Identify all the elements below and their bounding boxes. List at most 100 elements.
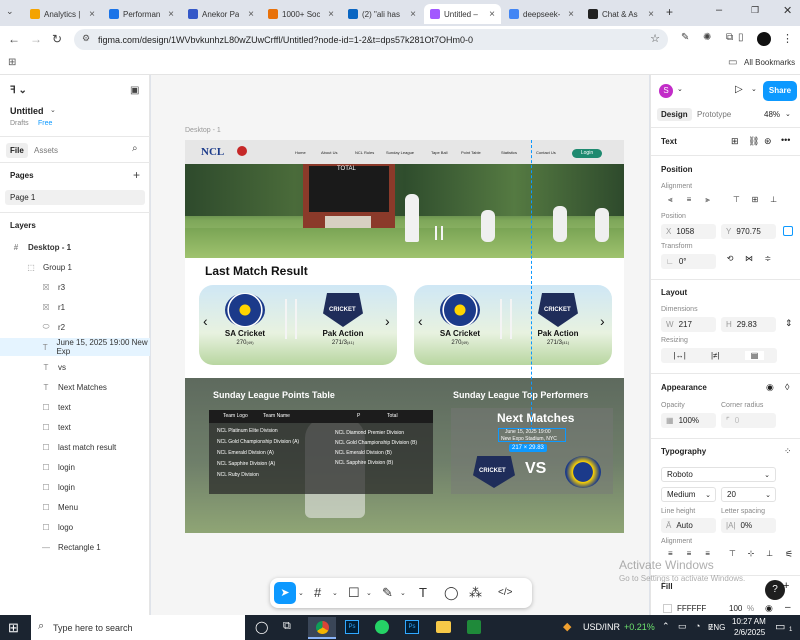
extension-pen-icon[interactable]: ✎ bbox=[681, 32, 689, 43]
hero-image[interactable]: TOTAL bbox=[185, 164, 624, 258]
sidebar-collapse-icon[interactable]: ▣ bbox=[130, 85, 139, 96]
tab-close-icon[interactable]: × bbox=[489, 9, 495, 20]
sidebar-toggle-icon[interactable]: ▯ bbox=[738, 32, 744, 43]
text-tool-icon[interactable]: T bbox=[419, 585, 427, 600]
close-window-icon[interactable]: ✕ bbox=[783, 4, 792, 17]
tab-close-icon[interactable]: × bbox=[89, 9, 95, 20]
language-indicator[interactable]: ENG bbox=[708, 623, 725, 632]
opacity-input[interactable]: ▦ 100% bbox=[661, 413, 716, 428]
browser-tab-2[interactable]: Performan × bbox=[103, 4, 180, 24]
dev-mode-icon[interactable]: </> bbox=[498, 587, 512, 598]
whatsapp-app-icon[interactable] bbox=[375, 620, 389, 634]
frame-tool-icon[interactable]: # bbox=[314, 585, 321, 600]
site-nav-item[interactable]: Statistics bbox=[501, 150, 517, 155]
vertical-align-controls[interactable]: ⊤ ⊹ ⊥ bbox=[723, 549, 779, 563]
table-row[interactable]: NCL Emerald Division (B) bbox=[335, 450, 392, 456]
carousel-next-icon[interactable]: › bbox=[385, 313, 390, 329]
taskbar-search-input[interactable]: ⌕ Type here to search bbox=[31, 615, 245, 640]
chevron-down-icon[interactable]: ⌄ bbox=[400, 589, 406, 597]
back-icon[interactable]: ← bbox=[8, 32, 20, 46]
clock-date[interactable]: 2/6/2025 bbox=[734, 628, 765, 637]
share-button[interactable]: Share bbox=[763, 81, 797, 101]
layer-item[interactable]: T June 15, 2025 19:00 New Exp bbox=[0, 338, 150, 356]
match-result-card[interactable]: CRICKET SA Cricket 270(49) Pak Action 271/3(… bbox=[199, 285, 397, 365]
points-table[interactable]: Team Logo Team Name P Total NCL Platinum Eli… bbox=[209, 410, 433, 494]
team-1-score[interactable]: 270(49) bbox=[215, 340, 275, 346]
layer-item[interactable]: # Desktop - 1 bbox=[0, 238, 150, 256]
site-info-icon[interactable]: ⚙ bbox=[82, 33, 90, 44]
width-input[interactable]: W 217 bbox=[661, 317, 716, 332]
photoshop-app-icon[interactable]: Ps bbox=[345, 620, 359, 634]
chrome-app-icon[interactable] bbox=[308, 617, 336, 639]
browser-tab-1[interactable]: Analytics | × bbox=[24, 4, 101, 24]
flip-controls[interactable]: ⟲ ⋈ ≑ bbox=[721, 254, 777, 269]
style-icon[interactable]: ⊛ bbox=[764, 136, 772, 147]
points-title[interactable]: Sunday League Points Table bbox=[213, 390, 335, 400]
align-vertical-controls[interactable]: ⊤ ⊞ ⊥ bbox=[727, 195, 783, 209]
text-styles-icon[interactable]: ⁘ bbox=[784, 446, 792, 457]
site-nav-item[interactable]: Tape Ball bbox=[431, 150, 447, 155]
site-nav-item[interactable]: About Us bbox=[321, 150, 337, 155]
visibility-eye-icon[interactable]: ◉ bbox=[766, 382, 774, 393]
chevron-down-icon[interactable]: ⌄ bbox=[677, 85, 683, 93]
add-fill-icon[interactable]: + bbox=[783, 580, 789, 592]
reload-icon[interactable]: ↻ bbox=[52, 32, 62, 46]
browser-tab-7[interactable]: deepseek- × bbox=[503, 4, 580, 24]
team-1-name[interactable]: SA Cricket bbox=[215, 329, 275, 338]
help-button[interactable]: ? bbox=[765, 580, 785, 600]
fill-opacity[interactable]: 100 bbox=[729, 604, 742, 613]
move-tool-button[interactable]: ➤ bbox=[274, 582, 296, 604]
rectangle-tool-icon[interactable]: ☐ bbox=[348, 585, 360, 601]
type-settings-icon[interactable]: ⚟ bbox=[785, 549, 793, 560]
maximize-icon[interactable]: ❐ bbox=[751, 5, 759, 16]
table-row[interactable]: NCL Sapphire Division (B) bbox=[335, 460, 393, 466]
clock-time[interactable]: 10:27 AM bbox=[732, 617, 766, 626]
layer-item[interactable]: ☐ logo bbox=[0, 518, 150, 536]
table-row[interactable]: NCL Ruby Division bbox=[217, 472, 259, 478]
x-input[interactable]: X 1058 bbox=[661, 224, 716, 239]
layer-item[interactable]: ☒ r3 bbox=[0, 278, 150, 296]
extensions-puzzle-icon[interactable]: ⧉ bbox=[726, 32, 733, 43]
layer-item[interactable]: ⬭ r2 bbox=[0, 318, 150, 336]
next-match-date[interactable]: June 15, 2025 19:00 bbox=[505, 429, 551, 435]
tab-file[interactable]: File bbox=[6, 143, 28, 158]
tab-prototype[interactable]: Prototype bbox=[697, 110, 731, 119]
file-name[interactable]: Untitled bbox=[10, 106, 44, 116]
profile-avatar[interactable] bbox=[757, 32, 771, 46]
layer-item[interactable]: ☐ login bbox=[0, 478, 150, 496]
url-input[interactable]: ⚙ figma.com/design/1WVbvkunhzL80wZUwCrff… bbox=[74, 29, 668, 50]
browser-tab-5[interactable]: (2) "ali has × bbox=[342, 4, 422, 24]
tab-close-icon[interactable]: × bbox=[568, 9, 574, 20]
chevron-down-icon[interactable]: ⌄ bbox=[751, 85, 757, 93]
desktop-frame[interactable]: NCL Login TOTAL Last Match Result Sunday… bbox=[185, 140, 624, 533]
chevron-down-icon[interactable]: ⌄ bbox=[332, 589, 338, 597]
team-1-name[interactable]: SA Cricket bbox=[430, 329, 490, 338]
table-row[interactable]: NCL Gold Championship Division (A) bbox=[217, 439, 299, 445]
layer-item[interactable]: ☐ last match result bbox=[0, 438, 150, 456]
table-row[interactable]: NCL Platinum Elite Division bbox=[217, 428, 278, 434]
rotation-input[interactable]: ∟ 0° bbox=[661, 254, 716, 269]
team-2-name[interactable]: Pak Action bbox=[528, 329, 588, 338]
forex-ticker-label[interactable]: USD/INR bbox=[583, 622, 620, 632]
next-matches-card[interactable]: Next Matches June 15, 2025 19:00 New Exp… bbox=[451, 408, 613, 494]
fill-swatch[interactable] bbox=[663, 604, 672, 613]
line-height-input[interactable]: Ā Auto bbox=[661, 518, 716, 533]
site-nav-item[interactable]: Sunday League bbox=[386, 150, 414, 155]
letter-spacing-input[interactable]: |A| 0% bbox=[721, 518, 776, 533]
browser-tab-4[interactable]: 1000+ Soc × bbox=[262, 4, 340, 24]
chevron-down-icon[interactable]: ⌄ bbox=[298, 589, 304, 597]
performers-title[interactable]: Sunday League Top Performers bbox=[453, 390, 588, 400]
layer-item[interactable]: T Next Matches bbox=[0, 378, 150, 396]
tab-close-icon[interactable]: × bbox=[248, 9, 254, 20]
tab-design[interactable]: Design bbox=[657, 108, 692, 121]
tab-close-icon[interactable]: × bbox=[328, 9, 334, 20]
all-bookmarks-link[interactable]: All Bookmarks bbox=[744, 58, 795, 67]
page-item-1[interactable]: Page 1 bbox=[5, 190, 145, 205]
frame-label[interactable]: Desktop - 1 bbox=[185, 127, 221, 134]
table-row[interactable]: NCL Sapphire Division (A) bbox=[217, 461, 275, 467]
match-result-card[interactable]: CRICKET SA Cricket 270(49) Pak Action 271/3(… bbox=[414, 285, 612, 365]
search-icon[interactable]: ⌕ bbox=[132, 143, 138, 154]
comment-tool-icon[interactable]: ◯ bbox=[444, 585, 459, 601]
corner-radius-input[interactable]: ⌜ 0 bbox=[721, 413, 776, 428]
selected-text-box[interactable]: June 15, 2025 19:00 New Expo Stadium, NY… bbox=[498, 428, 566, 442]
